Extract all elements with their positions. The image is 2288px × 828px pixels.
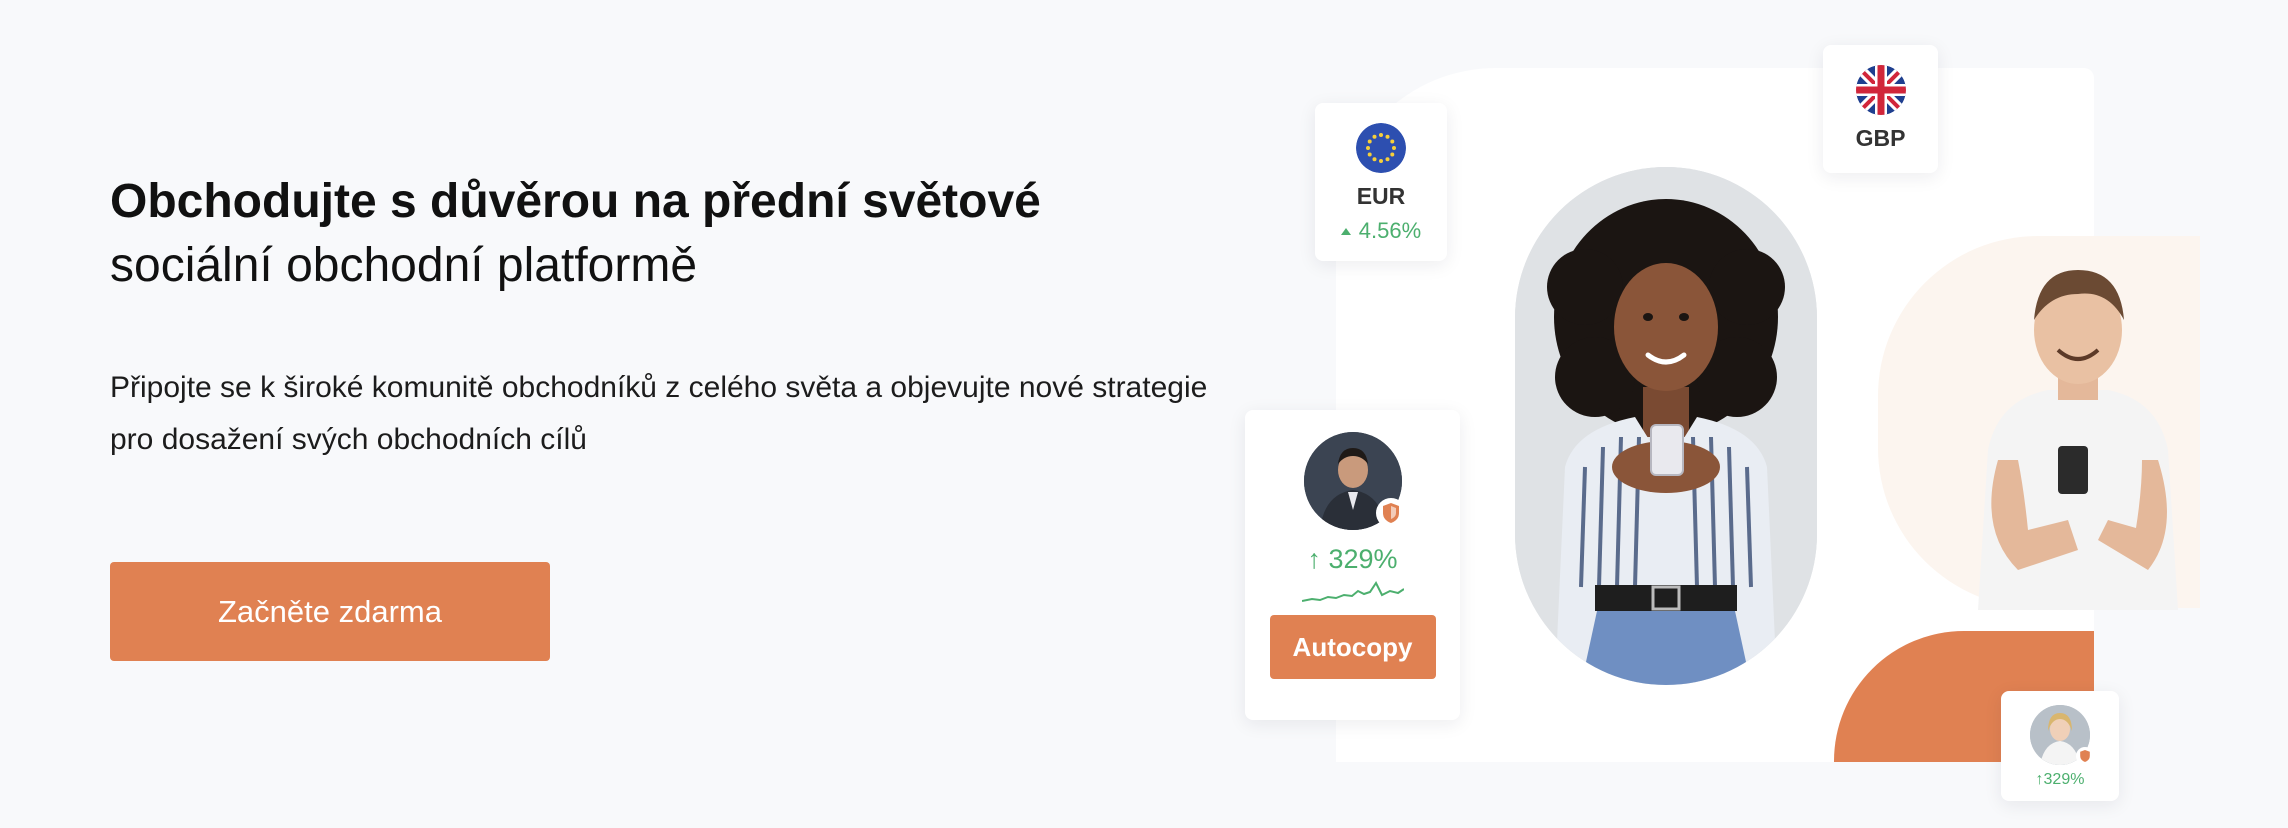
trader-avatar-wrap	[1303, 432, 1406, 530]
start-free-button[interactable]: Začněte zdarma	[110, 562, 550, 661]
currency-change-value: 4.56%	[1358, 218, 1422, 243]
shield-icon	[1375, 498, 1406, 528]
uk-flag-icon	[1855, 65, 1906, 115]
hero-title-bold: Obchodujte s důvěrou na přední světové	[110, 175, 1041, 228]
sparkline-chart	[1301, 581, 1404, 602]
eu-flag-icon	[1356, 123, 1406, 173]
trader-card[interactable]: ↑ 329% Autocopy	[1245, 410, 1460, 720]
woman-illustration	[1515, 167, 1817, 685]
autocopy-button[interactable]: Autocopy	[1269, 615, 1436, 679]
mini-trader-card[interactable]: ↑329%	[2001, 691, 2119, 801]
hero-subtitle: Připojte se k široké komunitě obchodníků…	[110, 371, 1208, 456]
hero-title: Obchodujte s důvěrou na přední světové s…	[110, 170, 1210, 298]
woman-photo	[1515, 167, 1817, 685]
currency-card-gbp[interactable]: GBP	[1823, 45, 1938, 173]
currency-change: 4.56%	[1340, 218, 1422, 244]
mini-trader-gain: ↑329%	[2035, 771, 2085, 788]
shield-icon	[2076, 747, 2094, 765]
currency-code: EUR	[1356, 183, 1406, 209]
currency-card-eur[interactable]: EUR 4.56%	[1315, 103, 1447, 261]
hero-title-regular: sociální obchodní platformě	[110, 239, 698, 292]
up-arrow-icon	[1340, 227, 1351, 235]
mini-avatar-wrap	[2030, 705, 2094, 765]
currency-code: GBP	[1855, 125, 1906, 151]
man-illustration	[1978, 270, 2178, 610]
trader-gain: ↑ 329%	[1307, 544, 1398, 574]
